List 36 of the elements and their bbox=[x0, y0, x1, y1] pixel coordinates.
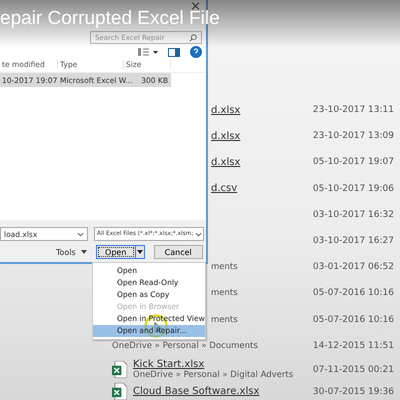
file-path: ments bbox=[211, 288, 239, 298]
file-date: 05-07-2016 10:16 bbox=[312, 314, 394, 325]
file-path: OneDrive » Personal » Documents bbox=[112, 340, 258, 351]
excel-file-icon bbox=[112, 383, 127, 400]
file-date: 05-07-2016 10:16 bbox=[312, 288, 394, 298]
file-date: 30-07-2015 19:36 bbox=[312, 386, 394, 397]
caret-icon bbox=[136, 250, 143, 254]
file-name[interactable]: Kick Start.xlsx bbox=[133, 359, 294, 370]
file-date: 23-10-2017 13:09 bbox=[312, 131, 394, 142]
chevron-icon bbox=[195, 232, 202, 236]
file-date: 14-12-2015 11:51 bbox=[312, 340, 394, 351]
file-date: 05-10-2017 19:06 bbox=[312, 184, 394, 194]
file-name[interactable]: d.xlsx bbox=[211, 130, 313, 142]
file-date: 03-01-2017 06:52 bbox=[312, 262, 394, 272]
file-name[interactable]: d.xlsx bbox=[211, 156, 313, 168]
file-path: ments bbox=[211, 262, 239, 272]
file-date: 03-10-2017 16:27 bbox=[312, 236, 394, 246]
excel-file-icon bbox=[112, 361, 127, 378]
preview-pane-icon[interactable] bbox=[168, 48, 180, 56]
file-date: 05-10-2017 19:07 bbox=[312, 157, 394, 168]
cancel-button[interactable]: Cancel bbox=[154, 245, 203, 259]
help-icon[interactable] bbox=[190, 46, 202, 58]
open-button[interactable]: Open bbox=[96, 245, 136, 259]
file-name[interactable]: d.csv bbox=[211, 183, 313, 194]
file-date: 23-10-2017 13:11 bbox=[312, 105, 394, 116]
tools-button[interactable]: Tools bbox=[56, 248, 87, 256]
file-date: 03-10-2017 16:32 bbox=[312, 210, 394, 220]
search-icon bbox=[189, 34, 197, 42]
file-date: 07-11-2015 00:21 bbox=[312, 364, 394, 375]
file-name[interactable]: Cloud Base Software.xlsx bbox=[133, 386, 260, 398]
caret-icon bbox=[80, 250, 87, 254]
chevron-icon bbox=[77, 232, 84, 236]
file-path: ments bbox=[211, 314, 239, 325]
file-name[interactable]: d.xlsx bbox=[211, 104, 313, 116]
file-path: OneDrive » Personal » Digital Adverts bbox=[133, 370, 294, 380]
view-options-icon[interactable] bbox=[138, 48, 158, 56]
